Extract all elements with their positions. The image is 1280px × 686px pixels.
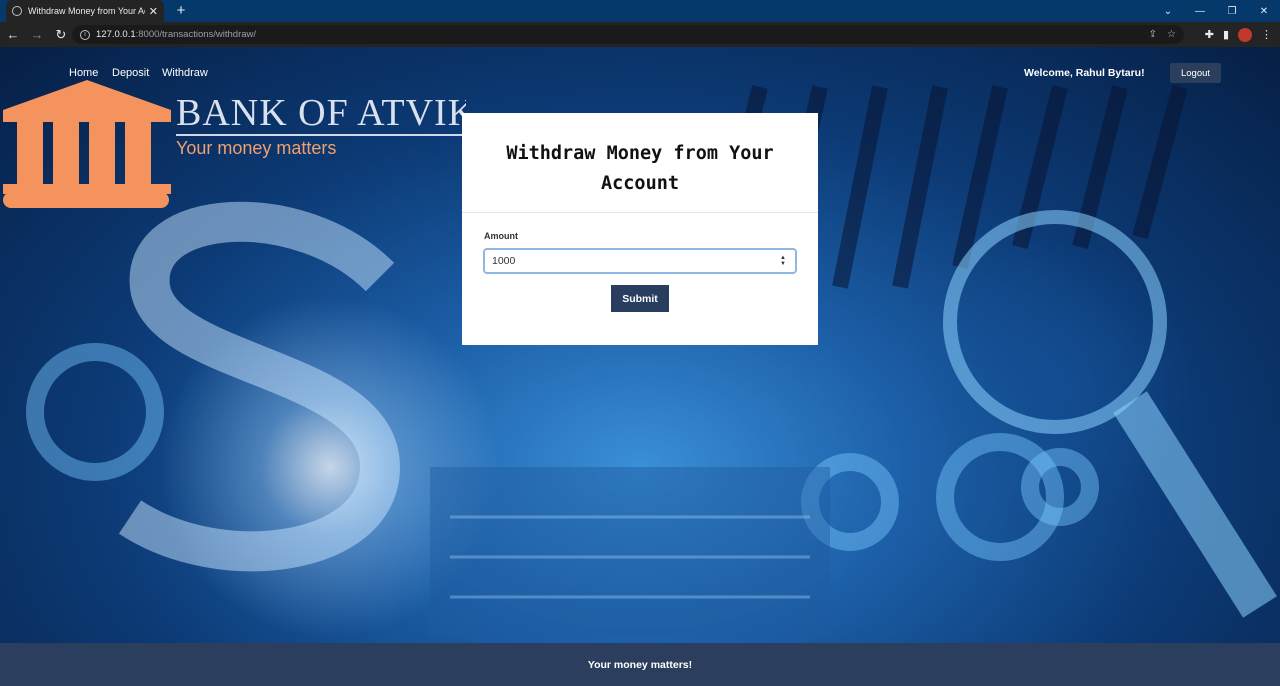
bookmark-star-icon[interactable]: ☆	[1167, 29, 1176, 40]
window-controls: ⌄ — ❐ ✕	[1152, 0, 1280, 22]
minimize-icon[interactable]: —	[1184, 0, 1216, 22]
brand-tagline: Your money matters	[176, 138, 337, 158]
nav-deposit-link[interactable]: Deposit	[112, 67, 149, 79]
withdraw-form-card: Withdraw Money from Your Account Amount …	[462, 113, 818, 345]
submit-button[interactable]: Submit	[611, 285, 669, 312]
profile-avatar-icon[interactable]	[1238, 27, 1252, 42]
forward-icon[interactable]: →	[26, 24, 48, 46]
browser-tab[interactable]: Withdraw Money from Your Acco ✕	[6, 0, 164, 22]
form-title: Withdraw Money from Your Account	[506, 143, 774, 194]
browser-tabbar: Withdraw Money from Your Acco ✕ + ⌄ — ❐ …	[0, 0, 1280, 22]
tab-title: Withdraw Money from Your Acco	[28, 6, 145, 16]
page-footer: Your money matters!	[0, 643, 1280, 686]
welcome-message: Welcome, Rahul Bytaru!	[1024, 67, 1145, 79]
site-info-icon[interactable]: i	[80, 29, 90, 40]
amount-input[interactable]	[483, 248, 797, 274]
nav-home-link[interactable]: Home	[69, 67, 98, 79]
bank-building-icon	[3, 80, 171, 208]
footer-text: Your money matters!	[587, 658, 693, 671]
side-panel-icon[interactable]: ▮	[1223, 28, 1229, 41]
address-bar[interactable]: i 127.0.0.1:8000/transactions/withdraw/ …	[72, 25, 1184, 44]
number-spinner-icon[interactable]: ▲ ▼	[778, 255, 788, 269]
tab-search-icon[interactable]: ⌄	[1152, 0, 1184, 22]
page-body: Home Deposit Withdraw Welcome, Rahul Byt…	[0, 47, 1280, 686]
share-icon[interactable]: ⇪	[1149, 29, 1157, 40]
url-path: :8000/transactions/withdraw/	[135, 29, 257, 40]
extension-icons: ✚ ▮ ⋮	[1205, 25, 1272, 44]
new-tab-button[interactable]: +	[172, 2, 190, 20]
close-tab-icon[interactable]: ✕	[149, 5, 158, 18]
logout-button[interactable]: Logout	[1170, 63, 1221, 83]
amount-label: Amount	[484, 231, 518, 241]
extensions-puzzle-icon[interactable]: ✚	[1205, 28, 1214, 41]
close-window-icon[interactable]: ✕	[1248, 0, 1280, 22]
restore-icon[interactable]: ❐	[1216, 0, 1248, 22]
browser-toolbar: ← → ↻ i 127.0.0.1:8000/transactions/with…	[0, 22, 1280, 47]
back-icon[interactable]: ←	[2, 24, 24, 46]
globe-icon	[12, 6, 22, 16]
nav-withdraw-link[interactable]: Withdraw	[162, 67, 208, 79]
brand-divider	[176, 134, 476, 136]
brand-name: BANK OF ATVIK	[176, 92, 466, 134]
reload-icon[interactable]: ↻	[50, 24, 72, 46]
more-menu-icon[interactable]: ⋮	[1261, 28, 1272, 41]
url-host: 127.0.0.1	[96, 29, 136, 40]
card-divider	[462, 212, 818, 213]
